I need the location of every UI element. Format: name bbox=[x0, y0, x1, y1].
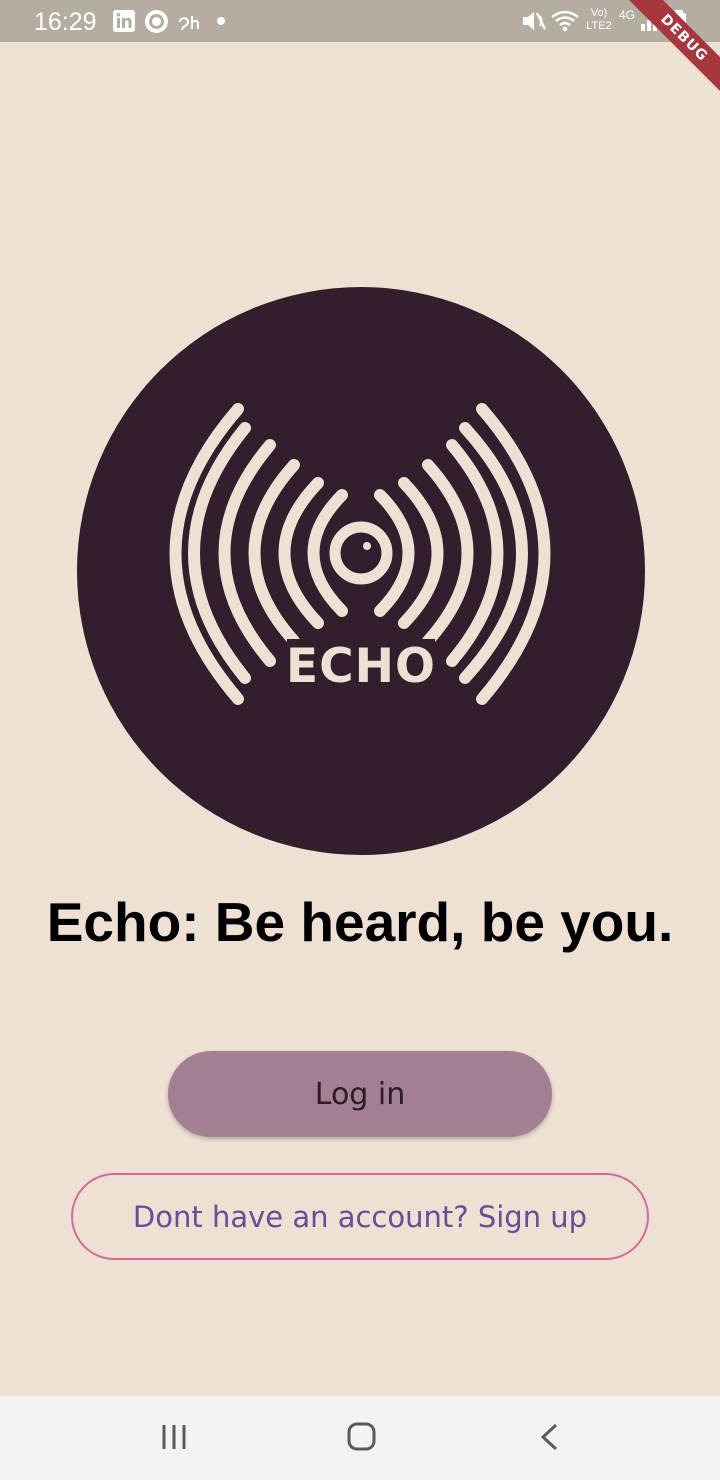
record-icon bbox=[145, 10, 168, 33]
recent-apps-icon[interactable] bbox=[144, 1418, 204, 1458]
app-icon bbox=[179, 16, 199, 31]
linkedin-icon bbox=[113, 10, 135, 32]
sound-waves-icon bbox=[169, 403, 551, 705]
signup-button[interactable]: Dont have an account? Sign up bbox=[71, 1173, 649, 1260]
login-button[interactable]: Log in bbox=[168, 1051, 552, 1137]
debug-banner: DEBUG bbox=[610, 0, 720, 110]
status-time: 16:29 bbox=[34, 8, 97, 36]
debug-label: DEBUG bbox=[618, 0, 720, 104]
dot-icon bbox=[217, 17, 225, 25]
logo-wordmark: ECHO bbox=[286, 639, 436, 694]
navigation-bar bbox=[0, 1396, 720, 1480]
home-icon[interactable] bbox=[331, 1418, 391, 1458]
wifi-icon bbox=[551, 10, 579, 32]
page-title: Echo: Be heard, be you. bbox=[46, 891, 674, 953]
echo-logo: ECHO bbox=[77, 287, 645, 855]
back-icon[interactable] bbox=[518, 1418, 578, 1458]
mute-vibrate-icon bbox=[523, 12, 546, 30]
